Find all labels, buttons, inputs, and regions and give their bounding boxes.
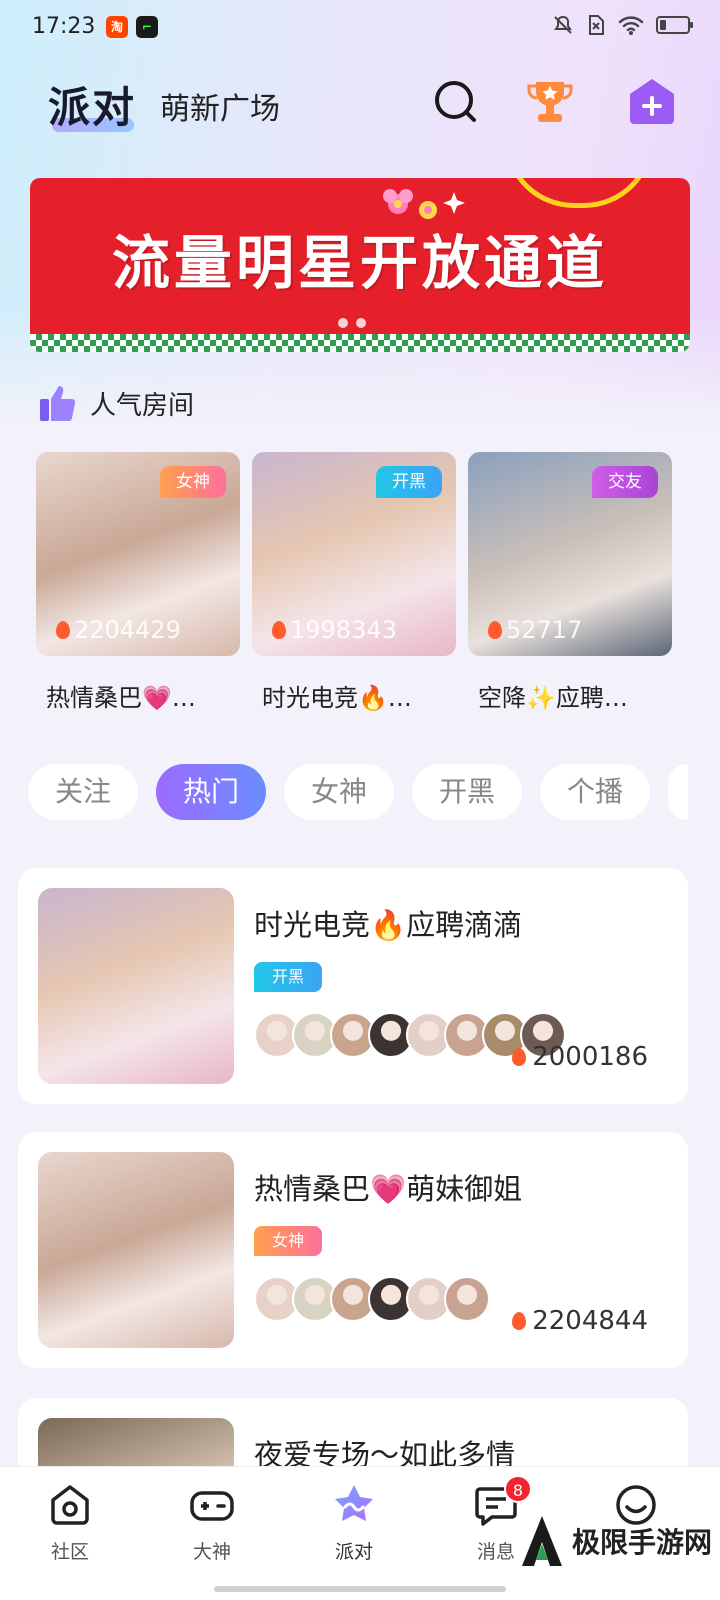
room-heat: 2204429 <box>56 616 181 644</box>
status-bar: 17:23 淘 ⌐ <box>0 0 720 56</box>
banner-text: 流量明星开放通道 <box>111 229 608 297</box>
heat-count: 1998343 <box>290 616 397 644</box>
header: 派对 萌新广场 <box>0 70 720 140</box>
banner-decoration <box>504 178 654 208</box>
banner-pagination <box>338 318 366 328</box>
banner-dot <box>338 318 348 328</box>
room-title: 时光电竞🔥应聘滴滴 <box>254 908 523 942</box>
heat-count: 2204429 <box>74 616 181 644</box>
home-indicator[interactable] <box>214 1586 506 1592</box>
party-icon <box>335 1485 373 1521</box>
trophy-icon[interactable] <box>524 76 576 128</box>
heat-count: 2000186 <box>532 1042 648 1072</box>
room-tag: 女神 <box>160 466 226 498</box>
battery-icon <box>656 16 693 34</box>
member-avatars <box>254 1276 490 1322</box>
room-cover-image <box>38 888 234 1084</box>
room-heat: 2204844 <box>512 1306 648 1336</box>
tab-solo-stream[interactable]: 个播 <box>540 764 650 820</box>
tab-more[interactable] <box>668 764 688 820</box>
category-tabs: 关注 热门 女神 开黑 个播 <box>28 764 688 820</box>
wifi-icon <box>618 16 644 35</box>
room-tag: 开黑 <box>254 962 322 992</box>
nav-label: 派对 <box>334 1541 373 1563</box>
status-time: 17:23 <box>32 14 96 39</box>
room-tag: 交友 <box>592 466 658 498</box>
popular-room-name[interactable]: 热情桑巴💗… <box>46 678 236 713</box>
unread-badge: 8 <box>504 1475 532 1503</box>
section-title: 人气房间 <box>90 390 195 421</box>
flame-icon <box>488 621 502 639</box>
flame-icon <box>56 621 70 639</box>
flame-icon <box>272 621 286 639</box>
room-heat: 52717 <box>488 616 582 644</box>
app-icon: ⌐ <box>136 16 158 38</box>
nav-label: 大神 <box>192 1541 231 1563</box>
flame-icon <box>512 1312 527 1330</box>
gamepad-icon <box>190 1491 234 1521</box>
flame-icon <box>512 1048 527 1066</box>
heat-count: 2204844 <box>532 1306 648 1336</box>
watermark: 极限手游网 <box>520 1514 712 1568</box>
watermark-text: 极限手游网 <box>572 1526 713 1559</box>
popular-room-name[interactable]: 时光电竞🔥… <box>262 678 452 713</box>
tab-newbie-square[interactable]: 萌新广场 <box>160 84 280 128</box>
room-card[interactable]: 热情桑巴💗萌妹御姐 女神 2204844 <box>18 1132 688 1368</box>
popular-section-header: 人气房间 <box>38 383 194 423</box>
popular-room-card[interactable]: 开黑 1998343 <box>252 452 456 656</box>
page-title: 派对 <box>48 83 137 132</box>
popular-room-card[interactable]: 女神 2204429 <box>36 452 240 656</box>
room-tag: 女神 <box>254 1226 322 1256</box>
tab-goddess[interactable]: 女神 <box>284 764 394 820</box>
popular-room-card[interactable]: 交友 52717 <box>468 452 672 656</box>
search-icon[interactable] <box>430 76 482 128</box>
member-avatar <box>444 1276 490 1322</box>
banner-dot <box>356 318 366 328</box>
thumbs-up-icon <box>40 386 76 421</box>
taobao-icon: 淘 <box>106 16 128 38</box>
nav-community[interactable]: 社区 <box>20 1481 120 1564</box>
room-card[interactable]: 时光电竞🔥应聘滴滴 开黑 2000186 <box>18 868 688 1104</box>
nav-experts[interactable]: 大神 <box>162 1481 262 1564</box>
mute-icon <box>554 15 572 34</box>
tab-follow[interactable]: 关注 <box>28 764 138 820</box>
popular-room-name[interactable]: 空降✨应聘… <box>478 678 668 713</box>
banner-border <box>30 334 690 352</box>
sim-off-icon <box>589 15 604 35</box>
tab-team-play[interactable]: 开黑 <box>412 764 522 820</box>
room-cover-image <box>38 1152 234 1348</box>
room-heat: 1998343 <box>272 616 397 644</box>
nav-label: 社区 <box>50 1541 89 1563</box>
heat-count: 52717 <box>506 616 583 644</box>
room-tag: 开黑 <box>376 466 442 498</box>
nav-party[interactable]: 派对 <box>304 1481 404 1564</box>
room-heat: 2000186 <box>512 1042 648 1072</box>
tab-hot[interactable]: 热门 <box>156 764 266 820</box>
watermark-logo-icon <box>522 1516 562 1566</box>
room-title: 热情桑巴💗萌妹御姐 <box>254 1172 523 1206</box>
home-icon <box>51 1485 89 1525</box>
create-room-icon[interactable] <box>626 76 678 128</box>
